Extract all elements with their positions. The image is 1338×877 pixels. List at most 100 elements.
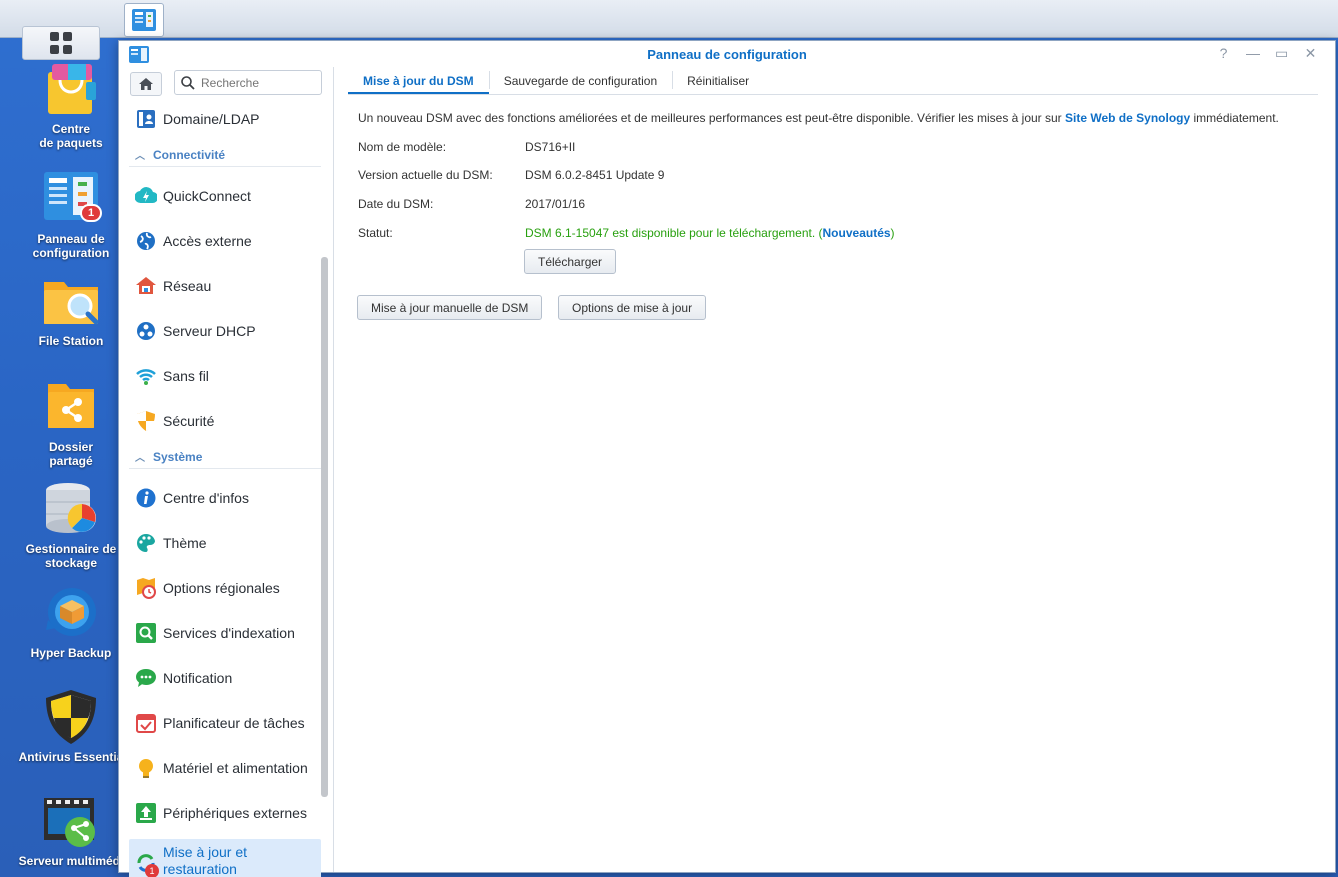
tab-bar: Mise à jour du DSM Sauvegarde de configu… <box>348 67 1318 95</box>
sidebar-item-theme[interactable]: Thème <box>129 525 321 561</box>
synology-website-link[interactable]: Site Web de Synology <box>1065 111 1190 125</box>
sidebar-item-security[interactable]: Sécurité <box>129 403 321 439</box>
notification-badge: 1 <box>80 204 102 222</box>
window-title: Panneau de configuration <box>647 46 807 62</box>
main-menu-button[interactable] <box>22 26 100 60</box>
dhcp-server-icon <box>137 322 155 340</box>
sidebar-item-notification[interactable]: Notification <box>129 660 321 696</box>
desktop-icon-package-center[interactable]: Centre de paquets <box>6 60 136 150</box>
sidebar-item-network[interactable]: Réseau <box>129 268 321 304</box>
section-system[interactable]: ︿ Système <box>129 445 321 469</box>
sidebar-item-label: Sécurité <box>163 412 215 429</box>
sidebar-item-quickconnect[interactable]: QuickConnect <box>129 178 321 214</box>
sidebar-item-update-restore[interactable]: 1 Mise à jour et restauration <box>129 839 321 877</box>
minimize-icon[interactable]: — <box>1246 45 1260 62</box>
window-titlebar[interactable]: Panneau de configuration ? — ▭ ✕ <box>119 41 1335 67</box>
info-icon <box>136 488 156 508</box>
panel-divider <box>333 67 334 872</box>
desktop-icon-hyper-backup[interactable]: Hyper Backup <box>6 584 136 660</box>
sidebar-item-domain-ldap[interactable]: Domaine/LDAP <box>129 101 321 137</box>
desktop-icon-media-server[interactable]: Serveur multimédi <box>6 792 136 868</box>
desktop-label: Dossier partagé <box>48 440 94 468</box>
home-icon <box>139 78 153 90</box>
taskbar-control-panel-button[interactable] <box>124 3 164 37</box>
sidebar-item-label: Sans fil <box>163 367 209 384</box>
sidebar-item-info-center[interactable]: Centre d'infos <box>129 480 321 516</box>
info-row-status: Statut: DSM 6.1-15047 est disponible pou… <box>358 226 895 240</box>
desktop-icon-shared-folder[interactable]: Dossier partagé <box>6 378 136 468</box>
close-icon[interactable]: ✕ <box>1304 45 1317 62</box>
shared-folder-icon <box>48 384 94 428</box>
help-icon[interactable]: ? <box>1217 45 1230 62</box>
main-menu-grid-icon <box>50 32 72 54</box>
sidebar-item-label: QuickConnect <box>163 187 251 204</box>
sidebar-item-label: Services d'indexation <box>163 624 295 641</box>
notification-badge: 1 <box>145 864 159 877</box>
sidebar-item-label: Domaine/LDAP <box>163 110 260 127</box>
home-button[interactable] <box>130 72 162 96</box>
sidebar-item-label: Thème <box>163 534 207 551</box>
field-label: Date du DSM: <box>358 197 434 211</box>
sidebar-item-label: Notification <box>163 669 233 686</box>
maximize-icon[interactable]: ▭ <box>1275 45 1288 62</box>
tab-dsm-update[interactable]: Mise à jour du DSM <box>348 67 489 94</box>
update-options-button[interactable]: Options de mise à jour <box>558 295 707 320</box>
lightbulb-icon <box>139 759 153 778</box>
sidebar-item-dhcp-server[interactable]: Serveur DHCP <box>129 313 321 349</box>
sidebar-item-label: Mise à jour et restauration <box>163 844 248 877</box>
sidebar-item-task-scheduler[interactable]: Planificateur de tâches <box>129 705 321 741</box>
network-home-icon <box>136 277 156 294</box>
field-label: Version actuelle du DSM: <box>358 168 493 182</box>
field-label: Nom de modèle: <box>358 140 447 154</box>
quickconnect-icon <box>135 187 157 204</box>
search-input[interactable] <box>201 75 311 90</box>
file-station-icon <box>44 282 99 325</box>
sidebar-item-hardware-power[interactable]: Matériel et alimentation <box>129 750 321 786</box>
desktop-label: Hyper Backup <box>30 646 112 660</box>
sidebar-scrollbar[interactable] <box>321 257 328 797</box>
desktop-label: Antivirus Essentia <box>18 750 124 764</box>
update-notice: Un nouveau DSM avec des fonctions amélio… <box>358 111 1279 125</box>
sidebar-item-label: Options régionales <box>163 579 280 596</box>
status-text: DSM 6.1-15047 est disponible pour le tél… <box>525 226 823 240</box>
update-restore-icon-wrap: 1 <box>135 852 159 877</box>
chat-bubble-icon <box>136 669 156 687</box>
sidebar-item-wireless[interactable]: Sans fil <box>129 358 321 394</box>
search-box[interactable] <box>174 70 322 95</box>
media-server-icon <box>44 798 95 847</box>
calendar-check-icon <box>136 714 156 733</box>
sidebar-item-external-access[interactable]: Accès externe <box>129 223 321 259</box>
palette-icon <box>137 533 155 552</box>
sidebar-item-label: Serveur DHCP <box>163 322 256 339</box>
badge-count: 1 <box>87 207 95 219</box>
main-content: Mise à jour du DSM Sauvegarde de configu… <box>348 67 1335 872</box>
sidebar-item-regional-options[interactable]: Options régionales <box>129 570 321 606</box>
tab-config-backup[interactable]: Sauvegarde de configuration <box>488 67 672 94</box>
desktop-icon-control-panel[interactable]: 1 Panneau de configuration <box>6 170 136 260</box>
desktop-label: Panneau de configuration <box>32 232 110 260</box>
download-button[interactable]: Télécharger <box>524 249 617 274</box>
sidebar-item-indexing-service[interactable]: Services d'indexation <box>129 615 321 651</box>
desktop-icon-file-station[interactable]: File Station <box>6 272 136 348</box>
manual-update-button[interactable]: Mise à jour manuelle de DSM <box>357 295 543 320</box>
field-label: Statut: <box>358 226 393 240</box>
desktop-label: Gestionnaire de stockage <box>25 542 117 570</box>
sidebar-item-label: Périphériques externes <box>163 804 307 821</box>
sidebar-item-label: Centre d'infos <box>163 489 249 506</box>
taskbar <box>0 0 1338 60</box>
sidebar-item-external-devices[interactable]: Périphériques externes <box>129 795 321 831</box>
desktop-icon-storage-manager[interactable]: Gestionnaire de stockage <box>6 480 136 570</box>
antivirus-icon <box>46 690 96 744</box>
domain-ldap-icon <box>137 110 155 128</box>
tab-reset[interactable]: Réinitialiser <box>672 67 764 94</box>
search-icon <box>181 75 195 90</box>
hyper-backup-icon <box>46 588 96 636</box>
section-connectivity[interactable]: ︿ Connectivité <box>129 143 321 167</box>
field-value: DS716+II <box>525 140 576 154</box>
chevron-up-icon: ︿ <box>135 151 145 162</box>
desktop-label: File Station <box>38 334 104 348</box>
whats-new-link[interactable]: Nouveautés <box>823 226 891 240</box>
package-center-icon <box>48 64 96 114</box>
desktop-icon-antivirus[interactable]: Antivirus Essentia <box>6 688 136 764</box>
status-value: DSM 6.1-15047 est disponible pour le tél… <box>525 226 895 240</box>
